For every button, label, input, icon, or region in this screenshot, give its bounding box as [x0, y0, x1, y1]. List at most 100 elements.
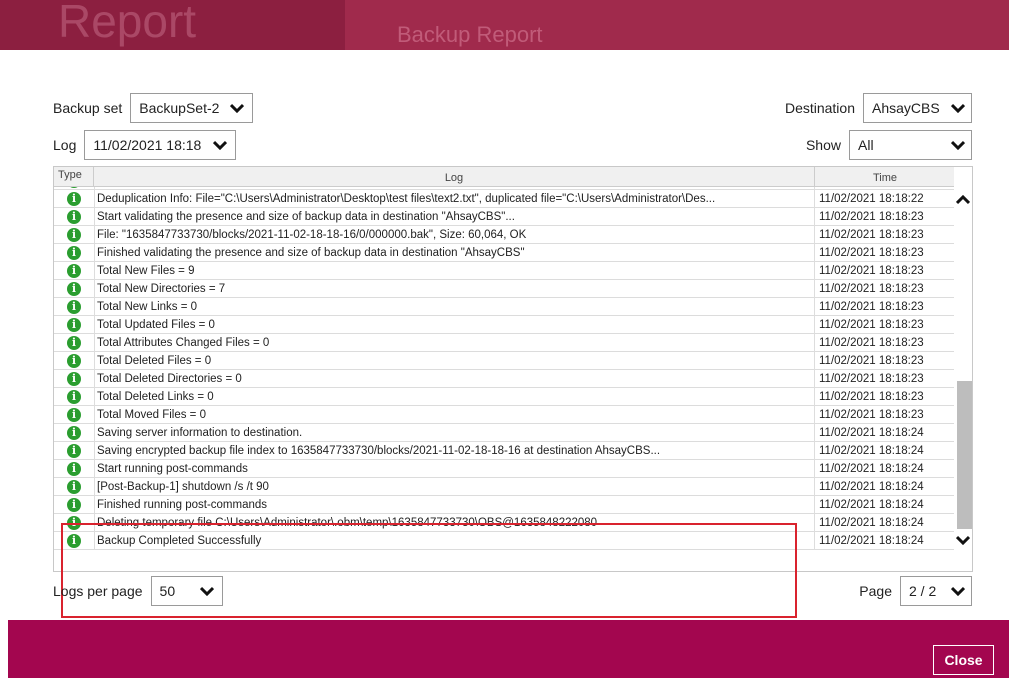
- log-time: 11/02/2021 18:18:23: [814, 298, 954, 316]
- log-time: 11/02/2021 18:18:23: [814, 334, 954, 352]
- table-row[interactable]: i Total New Directories = 7 11/02/2021 18:…: [54, 280, 954, 298]
- log-message: File: "1635847733730/blocks/2021-11-02-1…: [94, 226, 814, 244]
- destination-select[interactable]: AhsayCBS: [863, 93, 972, 123]
- table-row[interactable]: i Total Deleted Directories = 0 11/02/2021…: [54, 370, 954, 388]
- log-time: 11/02/2021 18:18:23: [814, 280, 954, 298]
- background-subheader: Backup Report: [345, 0, 1009, 50]
- info-icon: i: [67, 246, 81, 260]
- show-label: Show: [805, 137, 841, 153]
- log-message: Start validating the presence and size o…: [94, 208, 814, 226]
- background-window-header: Report Backup Report: [0, 0, 1009, 50]
- table-row[interactable]: i Total New Files = 9 11/02/2021 18:18:23: [54, 262, 954, 280]
- chevron-down-icon: [951, 140, 965, 150]
- info-icon: i: [67, 408, 81, 422]
- logs-per-page-select[interactable]: 50: [150, 576, 223, 606]
- table-row[interactable]: i [Post-Backup-1] shutdown /s /t 90 11/02/…: [54, 478, 954, 496]
- vertical-scrollbar[interactable]: [954, 167, 972, 571]
- log-time: 11/02/2021 18:18:24: [814, 514, 954, 532]
- log-message: Finished validating the presence and siz…: [94, 244, 814, 262]
- backup-set-select[interactable]: BackupSet-2: [130, 93, 254, 123]
- log-message: Deduplication Info: File="C:\Users\Admin…: [94, 190, 814, 208]
- dialog-footer: Close: [8, 620, 1009, 678]
- table-row[interactable]: i Total Deleted Links = 0 11/02/2021 18:18…: [54, 388, 954, 406]
- table-row[interactable]: i Total Moved Files = 0 11/02/2021 18:18:2…: [54, 406, 954, 424]
- chevron-up-icon[interactable]: [956, 195, 970, 205]
- log-message: Start running post-commands: [94, 460, 814, 478]
- page-value: 2 / 2: [909, 583, 937, 599]
- info-icon: i: [67, 264, 81, 278]
- log-message: Saving encrypted backup file index to 16…: [94, 442, 814, 460]
- destination-value: AhsayCBS: [872, 100, 940, 116]
- log-date-value: 11/02/2021 18:18: [93, 137, 202, 153]
- chevron-down-icon[interactable]: [956, 535, 970, 545]
- info-icon: i: [67, 444, 81, 458]
- background-title: Report: [58, 0, 197, 47]
- log-time: 11/02/2021 18:18:24: [814, 532, 954, 550]
- log-table: i[New File]... 100% of "C:\Users\Adminis…: [53, 166, 973, 572]
- info-icon: i: [67, 390, 81, 404]
- info-icon: i: [67, 426, 81, 440]
- backup-set-label: Backup set: [53, 100, 123, 116]
- log-time: 11/02/2021 18:18:23: [814, 316, 954, 334]
- column-header-log[interactable]: Log: [94, 172, 814, 184]
- log-message: Total Attributes Changed Files = 0: [94, 334, 814, 352]
- info-icon: i: [67, 300, 81, 314]
- table-row[interactable]: i Finished validating the presence and si…: [54, 244, 954, 262]
- table-row[interactable]: i Finished running post-commands 11/02/202…: [54, 496, 954, 514]
- log-date-select[interactable]: 11/02/2021 18:18: [84, 130, 237, 160]
- table-row[interactable]: i Start validating the presence and size …: [54, 208, 954, 226]
- log-message: Total Deleted Files = 0: [94, 352, 814, 370]
- log-message: Finished running post-commands: [94, 496, 814, 514]
- log-time: 11/02/2021 18:18:24: [814, 496, 954, 514]
- column-header-time[interactable]: Time: [816, 172, 954, 184]
- show-filter: Show All: [806, 130, 972, 160]
- table-row[interactable]: i Total Updated Files = 0 11/02/2021 18:18…: [54, 316, 954, 334]
- page-select[interactable]: 2 / 2: [900, 576, 972, 606]
- table-row[interactable]: i Saving encrypted backup file index to 1…: [54, 442, 954, 460]
- log-time: 11/02/2021 18:18:24: [814, 442, 954, 460]
- background-subtitle: Backup Report: [397, 22, 543, 47]
- table-row[interactable]: i Saving server information to destinatio…: [54, 424, 954, 442]
- table-row[interactable]: i File: "1635847733730/blocks/2021-11-02-…: [54, 226, 954, 244]
- log-message: Total Deleted Directories = 0: [94, 370, 814, 388]
- table-row[interactable]: i Total New Links = 0 11/02/2021 18:18:23: [54, 298, 954, 316]
- log-time: 11/02/2021 18:18:23: [814, 226, 954, 244]
- log-message: Saving server information to destination…: [94, 424, 814, 442]
- log-time: 11/02/2021 18:18:23: [814, 370, 954, 388]
- log-filter: Log 11/02/2021 18:18: [53, 130, 237, 160]
- log-time: 11/02/2021 18:18:24: [814, 424, 954, 442]
- info-icon: i: [67, 282, 81, 296]
- info-icon: i: [67, 192, 81, 206]
- page-label: Page: [859, 583, 892, 599]
- log-time: 11/02/2021 18:18:24: [814, 478, 954, 496]
- info-icon: i: [67, 372, 81, 386]
- show-select[interactable]: All: [849, 130, 972, 160]
- log-time: 11/02/2021 18:18:23: [814, 208, 954, 226]
- log-time: 11/02/2021 18:18:23: [814, 388, 954, 406]
- column-header-type[interactable]: Type: [58, 169, 82, 181]
- info-icon: i: [67, 480, 81, 494]
- log-time: 11/02/2021 18:18:23: [814, 244, 954, 262]
- info-icon: i: [67, 498, 81, 512]
- table-row[interactable]: i Total Attributes Changed Files = 0 11/02…: [54, 334, 954, 352]
- page-control: Page 2 / 2: [859, 576, 972, 606]
- log-time: 11/02/2021 18:18:23: [814, 262, 954, 280]
- table-row[interactable]: i Start running post-commands 11/02/2021 1…: [54, 460, 954, 478]
- log-label: Log: [53, 137, 77, 153]
- log-message: Total Deleted Links = 0: [94, 388, 814, 406]
- info-icon: i: [67, 336, 81, 350]
- table-row[interactable]: i Total Deleted Files = 0 11/02/2021 18:18…: [54, 352, 954, 370]
- log-time: 11/02/2021 18:18:22: [814, 190, 954, 208]
- show-value: All: [858, 137, 874, 153]
- log-message: Total New Links = 0: [94, 298, 814, 316]
- scrollbar-thumb[interactable]: [957, 381, 972, 529]
- log-time: 11/02/2021 18:18:23: [814, 352, 954, 370]
- chevron-down-icon: [230, 103, 245, 113]
- log-time: 11/02/2021 18:18:24: [814, 460, 954, 478]
- chevron-down-icon: [951, 586, 965, 596]
- chevron-down-icon: [199, 586, 214, 596]
- table-row[interactable]: i Deduplication Info: File="C:\Users\Admi…: [54, 190, 954, 208]
- close-button[interactable]: Close: [933, 645, 994, 675]
- info-icon: i: [67, 354, 81, 368]
- log-message: [Post-Backup-1] shutdown /s /t 90: [94, 478, 814, 496]
